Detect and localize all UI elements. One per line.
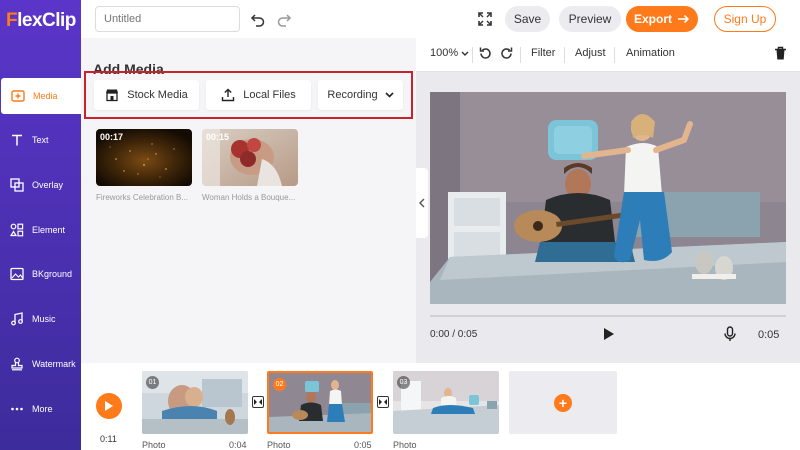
clip-duration: 0:04 bbox=[229, 440, 247, 450]
toolbar-divider bbox=[472, 47, 473, 63]
preview-photo bbox=[430, 92, 786, 304]
top-bar: Save Preview Export Sign Up bbox=[81, 0, 800, 38]
preview-progress-bar[interactable] bbox=[430, 315, 786, 317]
overlay-icon bbox=[8, 176, 26, 194]
watermark-icon bbox=[8, 355, 26, 373]
stock-media-label: Stock Media bbox=[127, 89, 188, 101]
play-icon bbox=[105, 401, 113, 411]
local-files-button[interactable]: Local Files bbox=[206, 80, 311, 110]
arrow-right-icon bbox=[678, 14, 690, 24]
sidebar-item-bkground[interactable]: BKground bbox=[0, 256, 81, 292]
zoom-dropdown[interactable]: 100% bbox=[430, 47, 469, 59]
transition-icon[interactable] bbox=[252, 396, 264, 408]
sidebar-item-element[interactable]: Element bbox=[0, 212, 81, 248]
animation-tool[interactable]: Animation bbox=[626, 47, 675, 59]
preview-button[interactable]: Preview bbox=[559, 6, 621, 32]
element-icon bbox=[8, 221, 26, 239]
sidebar-item-label: More bbox=[32, 404, 53, 414]
media-caption: Fireworks Celebration B... bbox=[96, 193, 189, 202]
toolbar-divider bbox=[564, 47, 565, 63]
rotate-left-icon[interactable] bbox=[478, 46, 493, 64]
media-item-bouquet[interactable]: 00:15 bbox=[202, 129, 298, 186]
plus-icon: + bbox=[554, 393, 572, 412]
sidebar-item-label: Music bbox=[32, 314, 56, 324]
sidebar: FlexClip Media Text Overlay Element BKgr… bbox=[0, 0, 81, 450]
recording-label: Recording bbox=[327, 89, 378, 101]
fullscreen-icon[interactable] bbox=[476, 10, 494, 28]
timeline-clip-03[interactable]: 03 bbox=[393, 371, 499, 434]
media-panel: Add Media Stock Media Local Files Record… bbox=[81, 38, 416, 363]
chevron-down-icon bbox=[384, 92, 394, 98]
text-icon bbox=[8, 131, 26, 149]
clip-number: 03 bbox=[397, 376, 410, 389]
collapse-panel-tab[interactable] bbox=[416, 168, 428, 238]
toolbar-divider bbox=[614, 47, 615, 63]
sidebar-item-label: Media bbox=[33, 91, 58, 101]
rotate-right-icon[interactable] bbox=[499, 46, 514, 64]
adjust-tool[interactable]: Adjust bbox=[575, 47, 606, 59]
timeline-clip-01[interactable]: 01 bbox=[142, 371, 248, 434]
media-item-fireworks[interactable]: 00:17 bbox=[96, 129, 192, 186]
sidebar-item-overlay[interactable]: Overlay bbox=[0, 167, 81, 203]
sidebar-item-label: BKground bbox=[32, 269, 73, 279]
chevron-left-icon bbox=[419, 198, 425, 208]
sidebar-item-label: Text bbox=[32, 135, 49, 145]
sidebar-item-media[interactable]: Media bbox=[1, 78, 81, 114]
sidebar-item-watermark[interactable]: Watermark bbox=[0, 346, 81, 382]
save-button[interactable]: Save bbox=[505, 6, 550, 32]
music-icon bbox=[8, 310, 26, 328]
clip-type-label: Photo bbox=[142, 440, 166, 450]
media-caption: Woman Holds a Bouque... bbox=[202, 193, 296, 202]
microphone-icon[interactable] bbox=[724, 326, 736, 345]
preview-duration: 0:05 bbox=[758, 329, 780, 341]
chevron-down-icon bbox=[461, 51, 469, 56]
redo-icon[interactable] bbox=[275, 10, 293, 28]
undo-icon[interactable] bbox=[249, 10, 267, 28]
clip-duration: 0:05 bbox=[354, 440, 372, 450]
clip-type-label: Photo bbox=[267, 440, 291, 450]
project-title-input[interactable] bbox=[95, 6, 240, 32]
video-preview bbox=[430, 92, 786, 304]
trash-icon[interactable] bbox=[774, 46, 787, 64]
sidebar-item-music[interactable]: Music bbox=[0, 301, 81, 337]
clip-type-label: Photo bbox=[393, 440, 417, 450]
play-preview-icon[interactable] bbox=[603, 327, 615, 344]
sidebar-item-label: Element bbox=[32, 225, 66, 235]
zoom-value: 100% bbox=[430, 47, 459, 59]
toolbar-divider bbox=[520, 47, 521, 63]
sign-up-button[interactable]: Sign Up bbox=[714, 6, 776, 32]
timeline-clip-02[interactable]: 02 bbox=[267, 371, 373, 434]
flexclip-logo[interactable]: FlexClip bbox=[6, 10, 76, 32]
more-icon bbox=[8, 400, 26, 418]
sidebar-item-more[interactable]: More bbox=[0, 391, 81, 427]
preview-current-time: 0:00 / 0:05 bbox=[430, 329, 478, 340]
upload-icon bbox=[221, 88, 235, 102]
filter-tool[interactable]: Filter bbox=[531, 47, 555, 59]
media-duration: 00:17 bbox=[100, 132, 124, 142]
media-icon bbox=[9, 87, 27, 105]
export-label: Export bbox=[633, 12, 672, 26]
store-icon bbox=[105, 88, 119, 102]
clip-number: 02 bbox=[273, 378, 286, 391]
add-clip-button[interactable]: + bbox=[509, 371, 617, 434]
preview-toolbar: 100% Filter Adjust Animation bbox=[416, 38, 800, 72]
export-button[interactable]: Export bbox=[626, 6, 698, 32]
timeline-current-time: 0:11 bbox=[100, 434, 117, 444]
clip-number: 01 bbox=[146, 376, 159, 389]
sidebar-item-label: Overlay bbox=[32, 180, 64, 190]
timeline-play-button[interactable] bbox=[96, 393, 122, 419]
media-duration: 00:15 bbox=[206, 132, 230, 142]
local-files-label: Local Files bbox=[243, 89, 296, 101]
sidebar-item-label: Watermark bbox=[32, 359, 76, 369]
sidebar-item-text[interactable]: Text bbox=[0, 122, 81, 158]
stock-media-button[interactable]: Stock Media bbox=[94, 80, 199, 110]
transition-icon[interactable] bbox=[377, 396, 389, 408]
background-icon bbox=[8, 265, 26, 283]
recording-dropdown[interactable]: Recording bbox=[318, 80, 403, 110]
